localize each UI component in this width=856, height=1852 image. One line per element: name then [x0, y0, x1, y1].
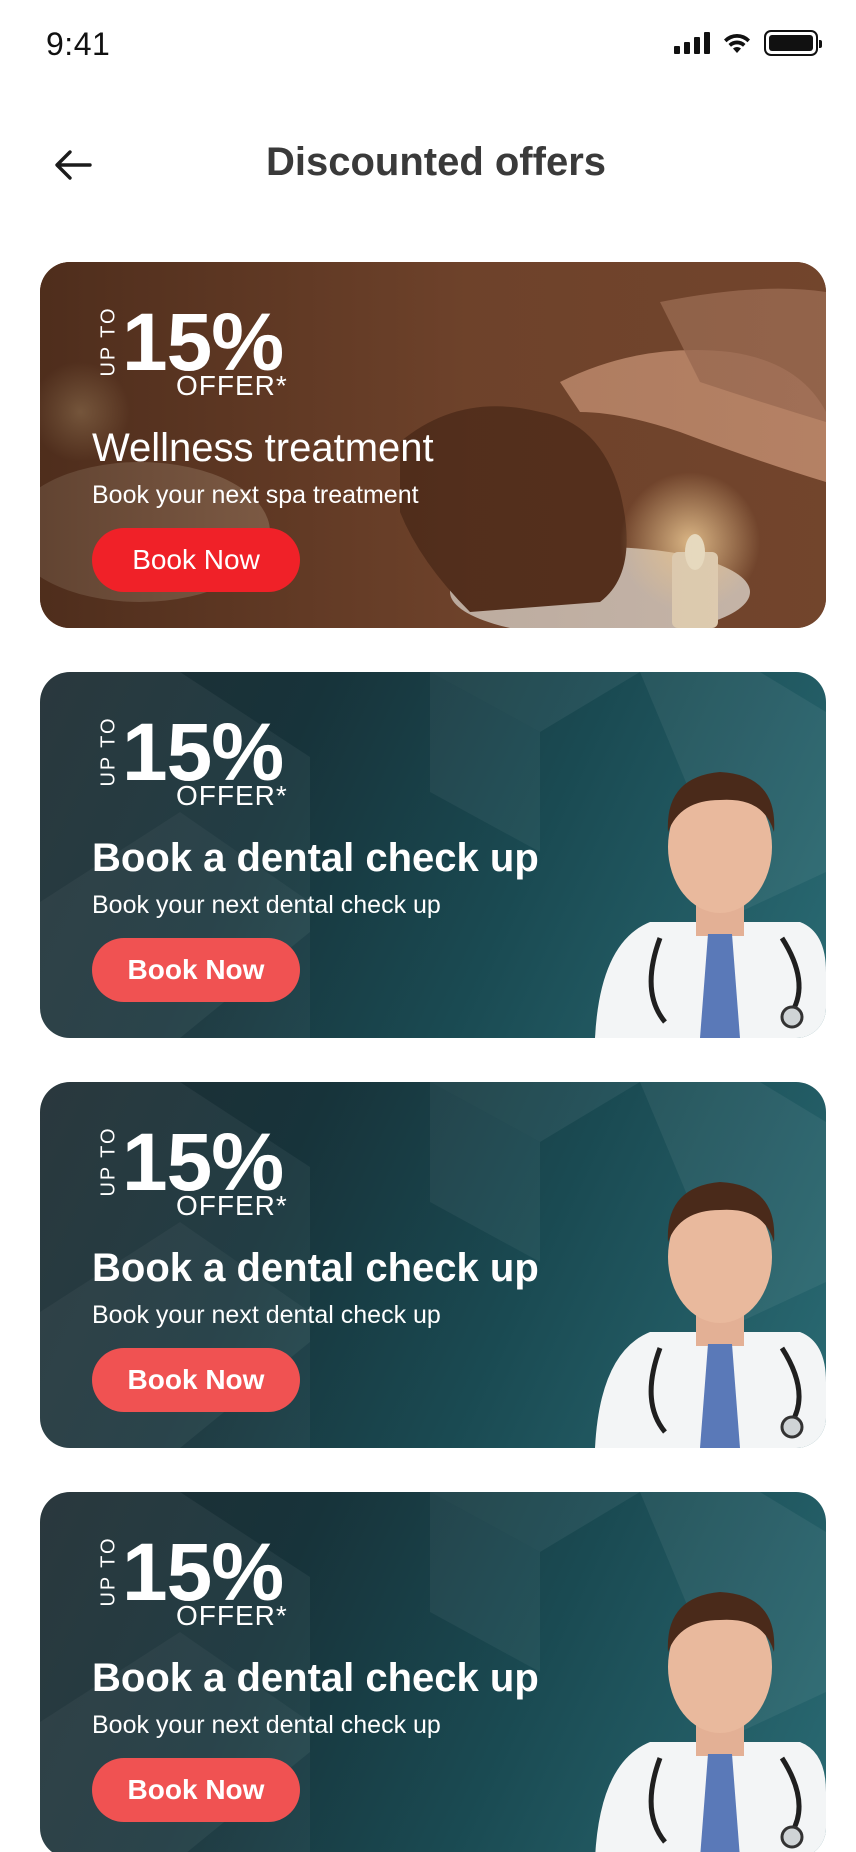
offer-subtitle: Book your next dental check up [92, 1711, 441, 1739]
book-now-button[interactable]: Book Now [92, 1348, 300, 1412]
header: Discounted offers [0, 120, 856, 210]
battery-icon [764, 30, 822, 56]
offer-title: Wellness treatment [92, 426, 434, 470]
status-time: 9:41 [46, 26, 111, 62]
upto-label: UP TO [97, 306, 120, 377]
cellular-signal-icon [674, 32, 710, 54]
discount-badge: UP TO 15% OFFER* [92, 712, 312, 822]
discount-badge: UP TO 15% OFFER* [92, 1122, 312, 1232]
offer-card-dental[interactable]: UP TO 15% OFFER* Book a dental check up … [40, 1082, 826, 1448]
upto-label: UP TO [97, 716, 120, 787]
offers-list: UP TO 15% OFFER* Wellness treatment Book… [40, 262, 826, 1852]
book-now-button[interactable]: Book Now [92, 938, 300, 1002]
offer-card-dental[interactable]: UP TO 15% OFFER* Book a dental check up … [40, 672, 826, 1038]
upto-label: UP TO [97, 1126, 120, 1197]
offer-content: UP TO 15% OFFER* Book a dental check up … [92, 1532, 539, 1822]
offer-title: Book a dental check up [92, 1656, 539, 1700]
offer-label: OFFER* [176, 1600, 288, 1631]
offer-card-wellness[interactable]: UP TO 15% OFFER* Wellness treatment Book… [40, 262, 826, 628]
offer-card-dental[interactable]: UP TO 15% OFFER* Book a dental check up … [40, 1492, 826, 1852]
book-now-button[interactable]: Book Now [92, 1758, 300, 1822]
offer-subtitle: Book your next dental check up [92, 891, 441, 919]
offer-label: OFFER* [176, 370, 288, 401]
offer-subtitle: Book your next dental check up [92, 1301, 441, 1329]
offer-label: OFFER* [176, 1190, 288, 1221]
wifi-icon [724, 33, 750, 53]
offer-content: UP TO 15% OFFER* Wellness treatment Book… [92, 302, 434, 592]
page-title: Discounted offers [265, 140, 607, 184]
offer-label: OFFER* [176, 780, 288, 811]
offer-content: UP TO 15% OFFER* Book a dental check up … [92, 712, 539, 1002]
discount-badge: UP TO 15% OFFER* [92, 1532, 312, 1642]
offer-subtitle: Book your next spa treatment [92, 481, 419, 509]
book-now-button[interactable]: Book Now [92, 528, 300, 592]
offer-title: Book a dental check up [92, 1246, 539, 1290]
upto-label: UP TO [97, 1536, 120, 1607]
offer-title: Book a dental check up [92, 836, 539, 880]
discount-badge: UP TO 15% OFFER* [92, 302, 312, 412]
offer-content: UP TO 15% OFFER* Book a dental check up … [92, 1122, 539, 1412]
status-icons [674, 30, 822, 56]
status-bar: 9:41 [0, 0, 856, 90]
